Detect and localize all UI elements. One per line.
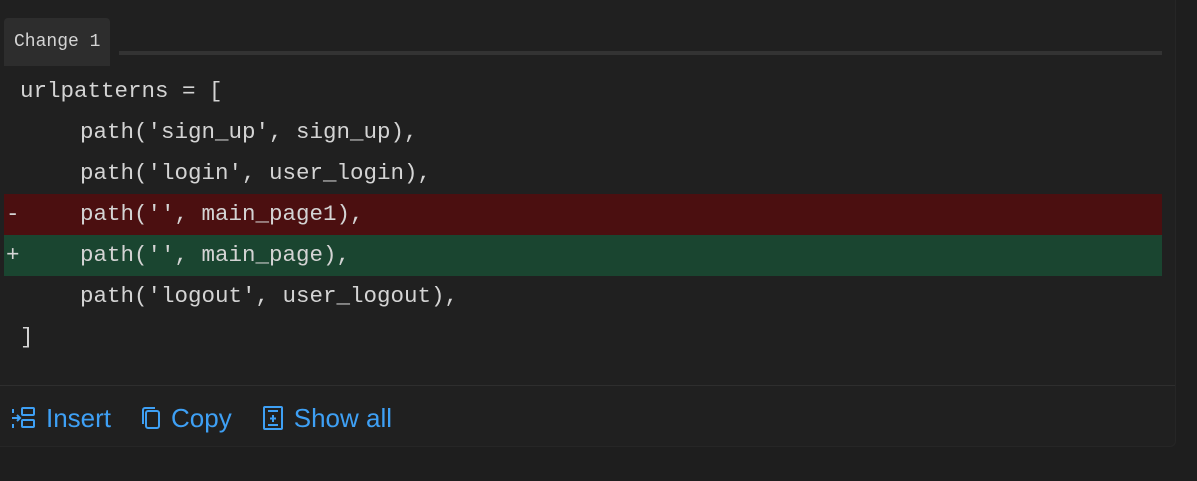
code-text: path('logout', user_logout), [80,283,459,309]
copy-icon [139,404,163,432]
added-marker: + [6,242,20,268]
action-bar: Insert Copy Show all [10,396,392,440]
show-all-icon [260,404,286,432]
copy-label: Copy [171,402,232,433]
insert-icon [10,404,38,432]
code-diff: urlpatterns = [ path('sign_up', sign_up)… [4,71,1162,358]
change-tab[interactable]: Change 1 [4,18,111,66]
code-text: path('login', user_login), [80,160,432,186]
code-text: path('sign_up', sign_up), [80,119,418,145]
show-all-label: Show all [293,402,393,433]
code-line: path('sign_up', sign_up), [4,112,1162,153]
removed-marker: - [6,201,20,227]
copy-button[interactable]: Copy [139,403,232,434]
code-text: path('', main_page1), [80,201,364,227]
code-line: ] [4,317,1162,358]
tab-divider [119,51,1162,55]
diff-panel: Change 1 urlpatterns = [ path('sign_up',… [0,0,1176,447]
code-text: path('', main_page), [80,242,351,268]
removed-line: - path('', main_page1), [4,194,1162,235]
insert-button[interactable]: Insert [10,403,111,434]
code-line: path('login', user_login), [4,153,1162,194]
insert-label: Insert [46,402,112,433]
code-line: urlpatterns = [ [4,71,1162,112]
code-text: urlpatterns = [ [20,78,223,104]
code-line: path('logout', user_logout), [4,276,1162,317]
added-line: + path('', main_page), [4,235,1162,276]
code-text: ] [20,324,34,350]
show-all-button[interactable]: Show all [260,403,392,434]
footer-divider [0,385,1175,386]
